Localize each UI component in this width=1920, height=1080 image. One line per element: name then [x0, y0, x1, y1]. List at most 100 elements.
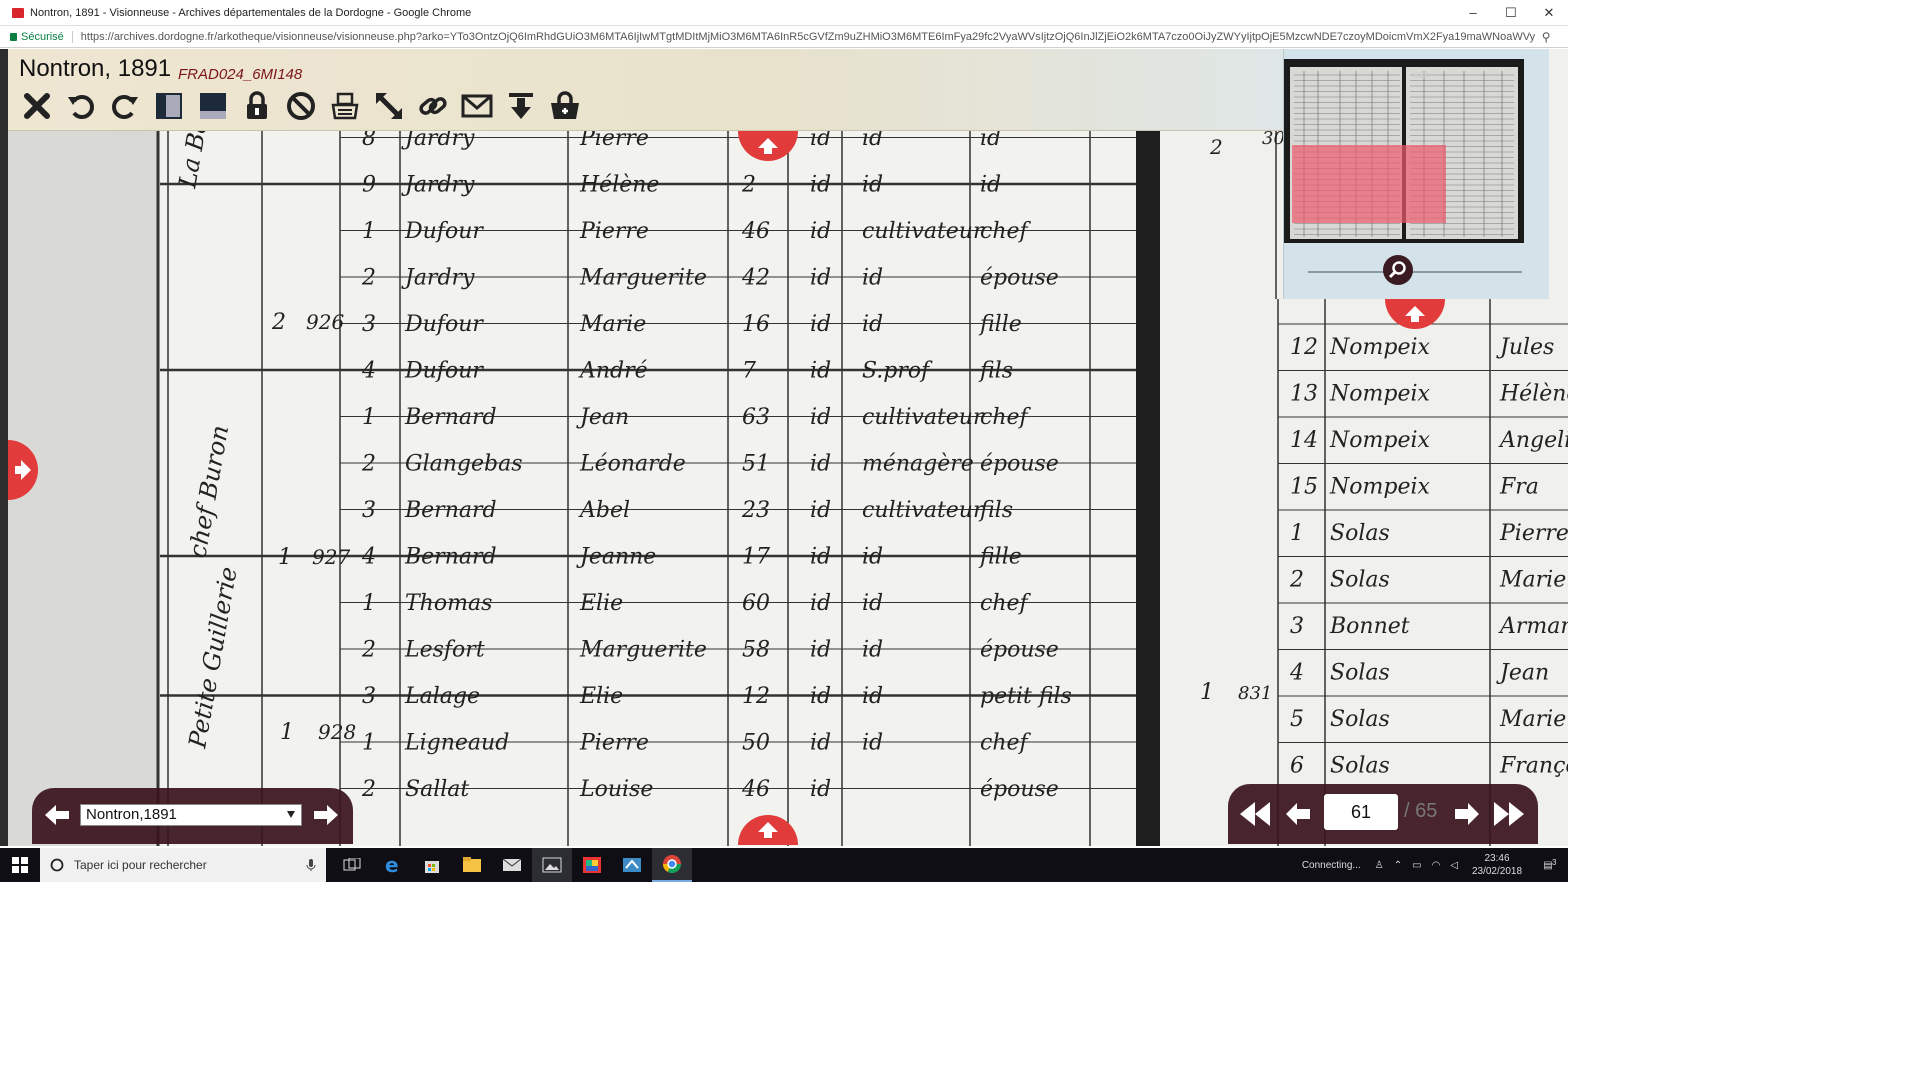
register-cell: Marguerite [579, 638, 707, 663]
register-cell: id [862, 266, 883, 291]
paint-icon[interactable] [572, 848, 612, 882]
rotate-right-icon[interactable] [108, 89, 142, 123]
edge-icon[interactable]: e [372, 848, 412, 882]
maximize-button[interactable]: ☐ [1492, 5, 1530, 21]
arrow-left-icon [1286, 803, 1310, 825]
print-icon[interactable] [328, 89, 362, 123]
register-cell: 3 [362, 312, 376, 337]
register-cell: Jean [1496, 661, 1549, 686]
rotate-left-icon[interactable] [64, 89, 98, 123]
register-cell: Hélène [579, 173, 659, 198]
register-cell: Nompeix [1329, 428, 1430, 453]
lock-icon[interactable] [240, 89, 274, 123]
register-cell: id [862, 173, 883, 198]
secure-indicator[interactable]: Sécurisé [10, 30, 73, 43]
register-cell: Marie [1499, 707, 1566, 732]
register-cell: id [810, 498, 831, 523]
register-cell: 1 [362, 591, 376, 616]
register-cell: ménagère [862, 452, 974, 477]
volume-icon[interactable]: ◁ [1450, 860, 1458, 871]
minimap-thumbnail[interactable]: 588 [1284, 59, 1524, 243]
arrow-up-icon [758, 822, 778, 838]
zoom-slider[interactable] [1308, 271, 1522, 273]
last-page-button[interactable] [1490, 798, 1526, 830]
page-margin-shade [8, 49, 158, 846]
minimap-panel[interactable]: 588 [1283, 49, 1549, 299]
register-cell: id [810, 405, 831, 430]
expand-icon[interactable] [372, 89, 406, 123]
register-cell: Thomas [405, 591, 492, 616]
photos-icon[interactable] [532, 848, 572, 882]
forbidden-icon[interactable] [284, 89, 318, 123]
app-icon[interactable] [612, 848, 652, 882]
register-cell: Fra [1499, 475, 1539, 500]
url-field[interactable]: https://archives.dordogne.fr/arkotheque/… [81, 31, 1536, 43]
minimize-button[interactable]: – [1454, 5, 1492, 20]
panel-top-icon[interactable] [196, 89, 230, 123]
register-cell: Marie [1499, 568, 1566, 593]
taskbar: Taper ici pour rechercher e Connecting..… [0, 848, 1568, 882]
register-cell: Pierre [579, 219, 649, 244]
register-cell: André [578, 359, 648, 384]
secure-label: Sécurisé [21, 30, 64, 43]
download-icon[interactable] [504, 89, 538, 123]
register-cell: id [862, 731, 883, 756]
register-cell: Jardry [401, 266, 475, 291]
link-icon[interactable] [416, 89, 450, 123]
prev-document-button[interactable] [42, 800, 72, 830]
register-cell: id [862, 312, 883, 337]
register-cell: Jean [576, 405, 629, 430]
close-icon[interactable] [20, 89, 54, 123]
prev-page-button[interactable] [1283, 798, 1313, 830]
arrow-up-icon [1405, 306, 1425, 322]
register-cell: Hélène [1499, 382, 1568, 407]
panel-left-icon[interactable] [152, 89, 186, 123]
page-number-input[interactable]: 61 [1324, 794, 1398, 830]
browser-titlebar: Nontron, 1891 - Visionneuse - Archives d… [0, 0, 1568, 26]
task-view-icon[interactable] [332, 848, 372, 882]
lock-icon [10, 32, 17, 41]
register-cell: 51 [742, 452, 770, 477]
mail-app-icon[interactable] [492, 848, 532, 882]
svg-text:e: e [385, 855, 399, 875]
register-cell: Armand [1498, 614, 1568, 639]
register-cell: Elie [579, 591, 623, 616]
next-document-button[interactable] [311, 800, 341, 830]
register-cell: 3 [362, 498, 376, 523]
taskbar-search[interactable]: Taper ici pour rechercher [40, 848, 326, 882]
magnifier-icon[interactable] [1383, 255, 1413, 285]
store-icon[interactable] [412, 848, 452, 882]
arrow-right-icon [314, 805, 338, 825]
microphone-icon[interactable] [306, 858, 316, 872]
wifi-icon[interactable]: ◠ [1432, 860, 1441, 871]
close-window-button[interactable]: ✕ [1530, 5, 1568, 21]
register-cell: id [810, 777, 831, 802]
mail-icon[interactable] [460, 89, 494, 123]
register-cell: Ligneaud [404, 731, 509, 756]
register-cell: Françoise [1499, 754, 1568, 779]
register-cell: 3 [1290, 614, 1304, 639]
notifications-button[interactable]: ▤ 3 [1528, 858, 1568, 871]
battery-icon[interactable]: ▭ [1412, 860, 1421, 871]
zoom-icon[interactable]: ⚲ [1542, 30, 1551, 44]
minimap-viewport[interactable] [1292, 145, 1446, 223]
register-cell: Marguerite [579, 266, 707, 291]
chrome-icon[interactable] [652, 848, 692, 882]
register-cell: Bernard [404, 498, 497, 523]
house-number: 1 [280, 720, 294, 745]
basket-icon[interactable] [548, 89, 582, 123]
first-page-button[interactable] [1238, 798, 1274, 830]
register-cell: cultivateur [862, 219, 985, 244]
register-cell: 2 [1289, 568, 1304, 593]
page-total: / 65 [1404, 800, 1438, 822]
chevron-up-icon[interactable]: ⌃ [1394, 860, 1402, 871]
clock[interactable]: 23:46 23/02/2018 [1466, 852, 1528, 878]
start-button[interactable] [0, 857, 40, 873]
document-select[interactable]: Nontron,1891 [80, 804, 302, 826]
address-bar[interactable]: Sécurisé https://archives.dordogne.fr/ar… [0, 26, 1568, 48]
file-explorer-icon[interactable] [452, 848, 492, 882]
next-page-button[interactable] [1452, 798, 1482, 830]
arrow-right-icon [1455, 803, 1479, 825]
people-icon[interactable]: ♙ [1375, 860, 1384, 871]
register-cell: Solas [1330, 661, 1390, 686]
